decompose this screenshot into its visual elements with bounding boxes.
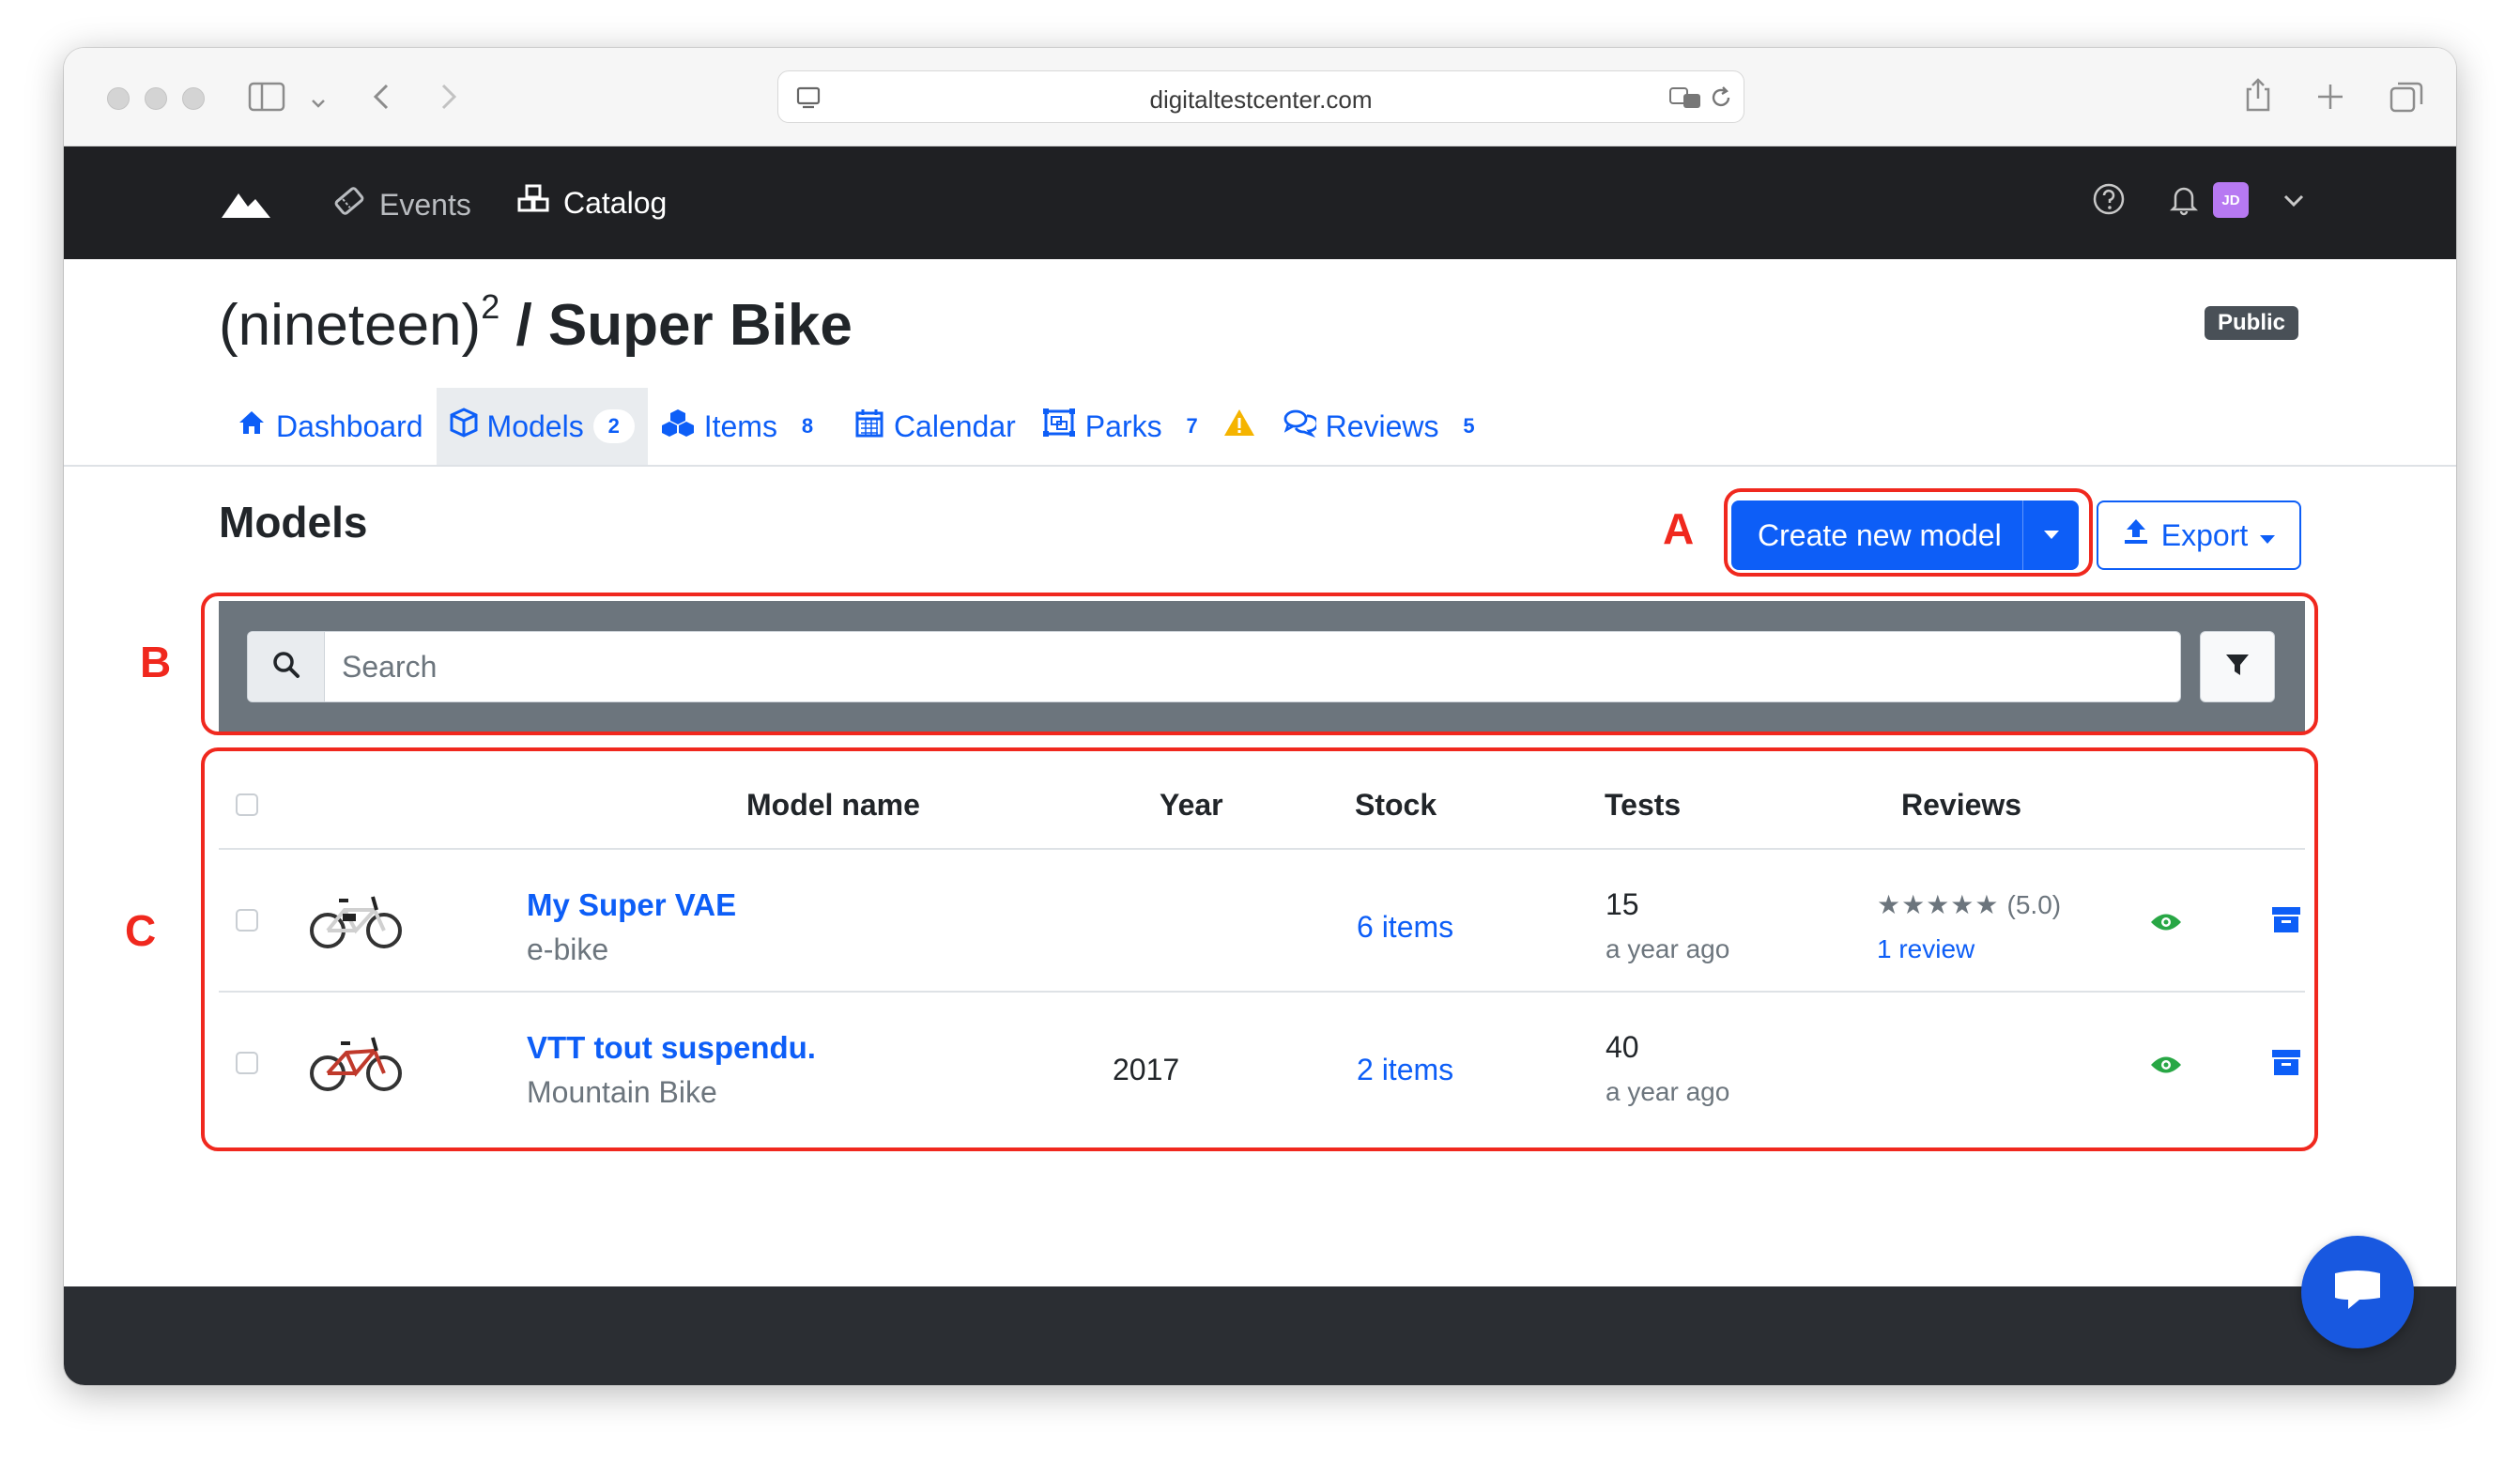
nav-events-label: Events — [379, 187, 471, 222]
chat-widget-button[interactable] — [2301, 1236, 2414, 1348]
user-avatar[interactable]: JD — [2213, 182, 2249, 218]
annotation-box-b — [201, 593, 2318, 735]
cubes-icon — [661, 408, 695, 445]
tabs-divider — [64, 465, 2456, 467]
browser-toolbar: digitaltestcenter.com — [64, 48, 2456, 146]
annotation-box-a — [1724, 488, 2093, 577]
cube-icon — [450, 408, 478, 445]
tab-parks-count: 7 — [1171, 409, 1213, 443]
export-button[interactable]: Export — [2097, 500, 2301, 570]
tab-models-count: 2 — [592, 409, 635, 443]
logo-icon[interactable] — [220, 188, 272, 224]
annotation-label-c: C — [125, 906, 157, 955]
tab-reviews[interactable]: Reviews 5 — [1269, 388, 1503, 465]
calendar-icon — [854, 408, 884, 445]
nav-catalog[interactable]: Catalog — [516, 184, 667, 222]
tab-dashboard-label: Dashboard — [276, 408, 423, 443]
tab-calendar-label: Calendar — [893, 408, 1016, 443]
tab-reviews-count: 5 — [1448, 409, 1490, 443]
share-icon[interactable] — [2242, 76, 2274, 119]
annotation-label-b: B — [140, 638, 172, 686]
forward-icon[interactable] — [438, 82, 460, 117]
tab-parks[interactable]: Parks 7 — [1029, 388, 1269, 465]
visibility-badge: Public — [2205, 306, 2299, 340]
close-window-dot[interactable] — [107, 87, 130, 110]
upload-icon — [2122, 517, 2150, 553]
back-icon[interactable] — [370, 82, 392, 117]
new-tab-icon[interactable] — [2315, 82, 2345, 117]
zoom-window-dot[interactable] — [182, 87, 205, 110]
url-text: digitaltestcenter.com — [1149, 85, 1373, 114]
annotation-box-c — [201, 747, 2318, 1151]
chevron-down-icon[interactable] — [310, 85, 327, 117]
page-title-superscript: 2 — [481, 287, 500, 327]
nav-catalog-label: Catalog — [563, 185, 668, 220]
tab-items-count: 8 — [786, 409, 828, 443]
home-icon — [237, 408, 267, 444]
page-title-prefix: (nineteen) — [219, 293, 482, 358]
chat-bubble-icon — [2331, 1268, 2384, 1317]
tab-parks-label: Parks — [1084, 408, 1162, 443]
tab-reviews-label: Reviews — [1325, 408, 1439, 443]
caret-down-icon — [2259, 518, 2276, 553]
app-navbar: Events Catalog — [64, 146, 2456, 259]
translate-icon[interactable] — [1668, 85, 1704, 116]
help-icon[interactable] — [2092, 182, 2126, 224]
tab-overview-icon[interactable] — [2389, 80, 2424, 119]
chevron-down-icon[interactable] — [2282, 192, 2306, 215]
tab-models-label: Models — [486, 408, 584, 443]
object-group-icon — [1042, 408, 1076, 445]
page-footer — [64, 1286, 2456, 1385]
tab-items[interactable]: Items 8 — [648, 388, 841, 465]
tab-items-label: Items — [703, 408, 777, 443]
tab-dashboard[interactable]: Dashboard — [223, 388, 437, 465]
section-tabs: Dashboard Models 2 Items 8 Calendar Park… — [223, 388, 1503, 465]
minimize-window-dot[interactable] — [145, 87, 167, 110]
tab-calendar[interactable]: Calendar — [841, 388, 1029, 465]
cubes-icon — [516, 184, 550, 222]
page-title-separator: / — [499, 293, 548, 358]
comments-icon — [1283, 408, 1318, 445]
bell-icon[interactable] — [2167, 182, 2201, 224]
sidebar-toggle-icon[interactable] — [248, 82, 285, 117]
tab-models[interactable]: Models 2 — [436, 388, 648, 465]
nav-events[interactable]: Events — [332, 184, 471, 225]
section-title: Models — [219, 498, 368, 547]
page-title-main: Super Bike — [547, 293, 853, 358]
export-label: Export — [2160, 517, 2249, 552]
address-bar[interactable]: digitaltestcenter.com — [777, 70, 1744, 123]
reload-icon[interactable] — [1708, 85, 1734, 116]
warning-icon — [1222, 407, 1256, 446]
ticket-icon — [332, 184, 366, 225]
page-title: (nineteen)2 / Super Bike — [219, 287, 853, 359]
annotation-label-a: A — [1663, 504, 1695, 553]
